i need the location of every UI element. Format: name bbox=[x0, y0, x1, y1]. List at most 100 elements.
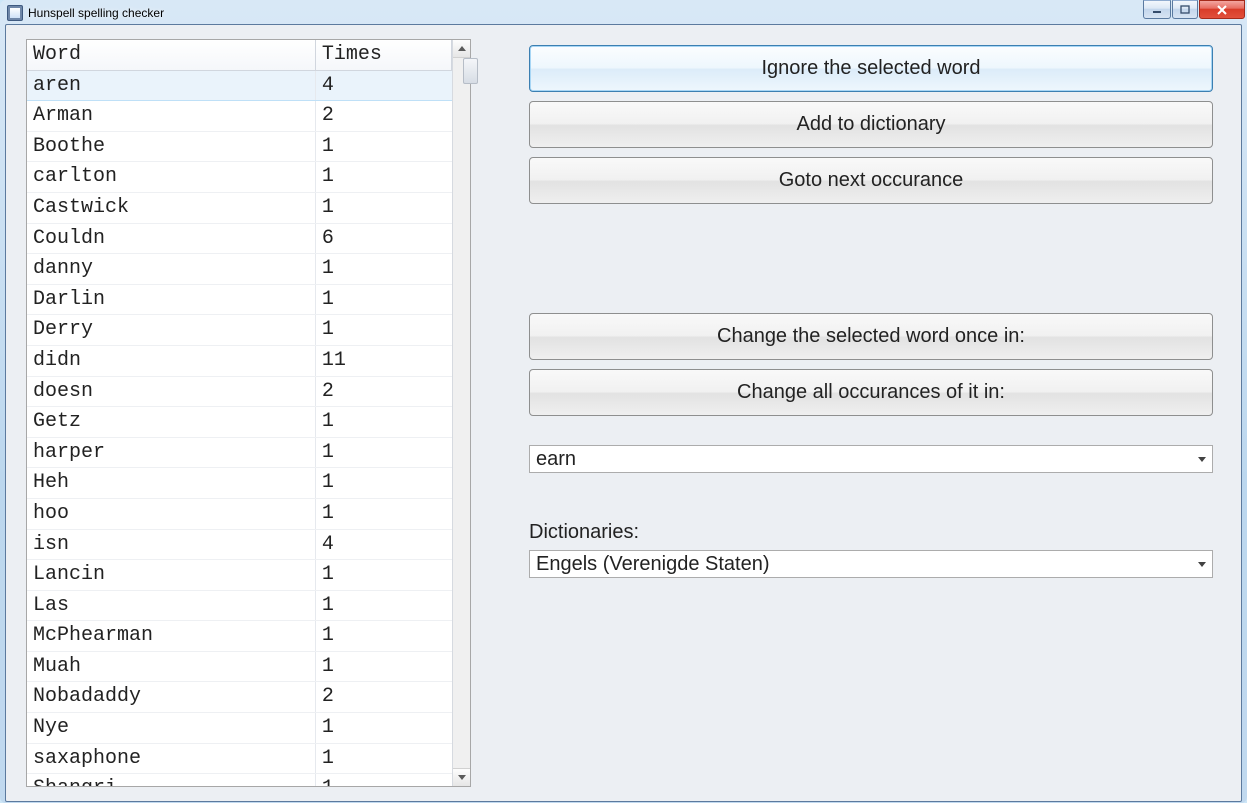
cell-times: 2 bbox=[315, 101, 451, 132]
column-header-times[interactable]: Times bbox=[315, 40, 451, 70]
combo-arrow[interactable] bbox=[1194, 449, 1210, 469]
table-row[interactable]: didn11 bbox=[27, 345, 452, 376]
table-row[interactable]: Boothe1 bbox=[27, 131, 452, 162]
change-all-button[interactable]: Change all occurances of it in: bbox=[529, 369, 1213, 416]
table-row[interactable]: Arman2 bbox=[27, 101, 452, 132]
cell-times: 1 bbox=[315, 774, 451, 786]
application-icon bbox=[7, 5, 23, 21]
chevron-down-icon bbox=[1198, 562, 1206, 567]
arrow-up-icon bbox=[458, 46, 466, 51]
cell-word: Lancin bbox=[27, 560, 315, 591]
cell-word: harper bbox=[27, 437, 315, 468]
cell-times: 1 bbox=[315, 315, 451, 346]
cell-word: carlton bbox=[27, 162, 315, 193]
actions-panel: Ignore the selected word Add to dictiona… bbox=[529, 39, 1213, 787]
table-row[interactable]: Muah1 bbox=[27, 651, 452, 682]
minimize-button[interactable] bbox=[1143, 0, 1171, 19]
table-row[interactable]: isn4 bbox=[27, 529, 452, 560]
scroll-thumb[interactable] bbox=[463, 58, 478, 84]
minimize-icon bbox=[1152, 5, 1162, 15]
ignore-button[interactable]: Ignore the selected word bbox=[529, 45, 1213, 92]
dictionaries-value: Engels (Verenigde Staten) bbox=[536, 553, 1194, 576]
table-row[interactable]: saxaphone1 bbox=[27, 743, 452, 774]
suggestion-combo[interactable]: earn bbox=[529, 445, 1213, 473]
table-row[interactable]: Lancin1 bbox=[27, 560, 452, 591]
cell-word: Derry bbox=[27, 315, 315, 346]
cell-times: 2 bbox=[315, 682, 451, 713]
table-header-row[interactable]: Word Times bbox=[27, 40, 452, 70]
cell-word: doesn bbox=[27, 376, 315, 407]
cell-times: 1 bbox=[315, 560, 451, 591]
goto-next-button[interactable]: Goto next occurance bbox=[529, 157, 1213, 204]
cell-times: 1 bbox=[315, 743, 451, 774]
close-icon bbox=[1216, 5, 1228, 15]
words-table-body: Word Times aren4Arman2Boothe1carlton1Cas… bbox=[27, 40, 452, 786]
cell-word: hoo bbox=[27, 498, 315, 529]
window-title: Hunspell spelling checker bbox=[28, 6, 164, 20]
change-once-button[interactable]: Change the selected word once in: bbox=[529, 313, 1213, 360]
cell-times: 4 bbox=[315, 529, 451, 560]
cell-times: 1 bbox=[315, 192, 451, 223]
cell-word: isn bbox=[27, 529, 315, 560]
cell-times: 1 bbox=[315, 437, 451, 468]
spacer bbox=[529, 425, 1213, 445]
column-header-word[interactable]: Word bbox=[27, 40, 315, 70]
cell-times: 6 bbox=[315, 223, 451, 254]
cell-word: Muah bbox=[27, 651, 315, 682]
table-row[interactable]: Darlin1 bbox=[27, 284, 452, 315]
table-row[interactable]: Shangri1 bbox=[27, 774, 452, 786]
dictionaries-combo[interactable]: Engels (Verenigde Staten) bbox=[529, 550, 1213, 578]
table-row[interactable]: hoo1 bbox=[27, 498, 452, 529]
cell-word: aren bbox=[27, 70, 315, 101]
table-row[interactable]: carlton1 bbox=[27, 162, 452, 193]
cell-times: 2 bbox=[315, 376, 451, 407]
spacer bbox=[529, 213, 1213, 313]
words-table[interactable]: Word Times aren4Arman2Boothe1carlton1Cas… bbox=[27, 40, 452, 786]
cell-word: Arman bbox=[27, 101, 315, 132]
maximize-button[interactable] bbox=[1172, 0, 1198, 19]
maximize-icon bbox=[1180, 5, 1190, 15]
table-row[interactable]: McPhearman1 bbox=[27, 621, 452, 652]
table-row[interactable]: Heh1 bbox=[27, 468, 452, 499]
scroll-up-button[interactable] bbox=[453, 40, 470, 58]
cell-word: Getz bbox=[27, 407, 315, 438]
cell-word: Boothe bbox=[27, 131, 315, 162]
vertical-scrollbar[interactable] bbox=[452, 40, 470, 786]
table-row[interactable]: Las1 bbox=[27, 590, 452, 621]
table-row[interactable]: Nye1 bbox=[27, 713, 452, 744]
table-row[interactable]: aren4 bbox=[27, 70, 452, 101]
cell-word: Shangri bbox=[27, 774, 315, 786]
table-row[interactable]: harper1 bbox=[27, 437, 452, 468]
dictionaries-label: Dictionaries: bbox=[529, 521, 1213, 544]
chevron-down-icon bbox=[1198, 457, 1206, 462]
scroll-down-button[interactable] bbox=[453, 768, 470, 786]
spacer bbox=[529, 473, 1213, 515]
table-row[interactable]: Getz1 bbox=[27, 407, 452, 438]
table-row[interactable]: Derry1 bbox=[27, 315, 452, 346]
table-row[interactable]: doesn2 bbox=[27, 376, 452, 407]
titlebar[interactable]: Hunspell spelling checker bbox=[5, 5, 1242, 21]
cell-times: 1 bbox=[315, 468, 451, 499]
close-button[interactable] bbox=[1199, 0, 1245, 19]
table-row[interactable]: Couldn6 bbox=[27, 223, 452, 254]
words-table-container: Word Times aren4Arman2Boothe1carlton1Cas… bbox=[26, 39, 471, 787]
table-row[interactable]: danny1 bbox=[27, 254, 452, 285]
cell-word: McPhearman bbox=[27, 621, 315, 652]
cell-times: 1 bbox=[315, 621, 451, 652]
cell-times: 1 bbox=[315, 498, 451, 529]
cell-times: 4 bbox=[315, 70, 451, 101]
cell-word: Nobadaddy bbox=[27, 682, 315, 713]
cell-times: 1 bbox=[315, 254, 451, 285]
caption-buttons bbox=[1143, 0, 1245, 19]
cell-times: 1 bbox=[315, 407, 451, 438]
cell-times: 11 bbox=[315, 345, 451, 376]
cell-word: didn bbox=[27, 345, 315, 376]
cell-word: Nye bbox=[27, 713, 315, 744]
combo-arrow[interactable] bbox=[1194, 554, 1210, 574]
table-row[interactable]: Castwick1 bbox=[27, 192, 452, 223]
client-area: Word Times aren4Arman2Boothe1carlton1Cas… bbox=[5, 24, 1242, 802]
cell-times: 1 bbox=[315, 713, 451, 744]
table-row[interactable]: Nobadaddy2 bbox=[27, 682, 452, 713]
cell-word: Las bbox=[27, 590, 315, 621]
add-dict-button[interactable]: Add to dictionary bbox=[529, 101, 1213, 148]
